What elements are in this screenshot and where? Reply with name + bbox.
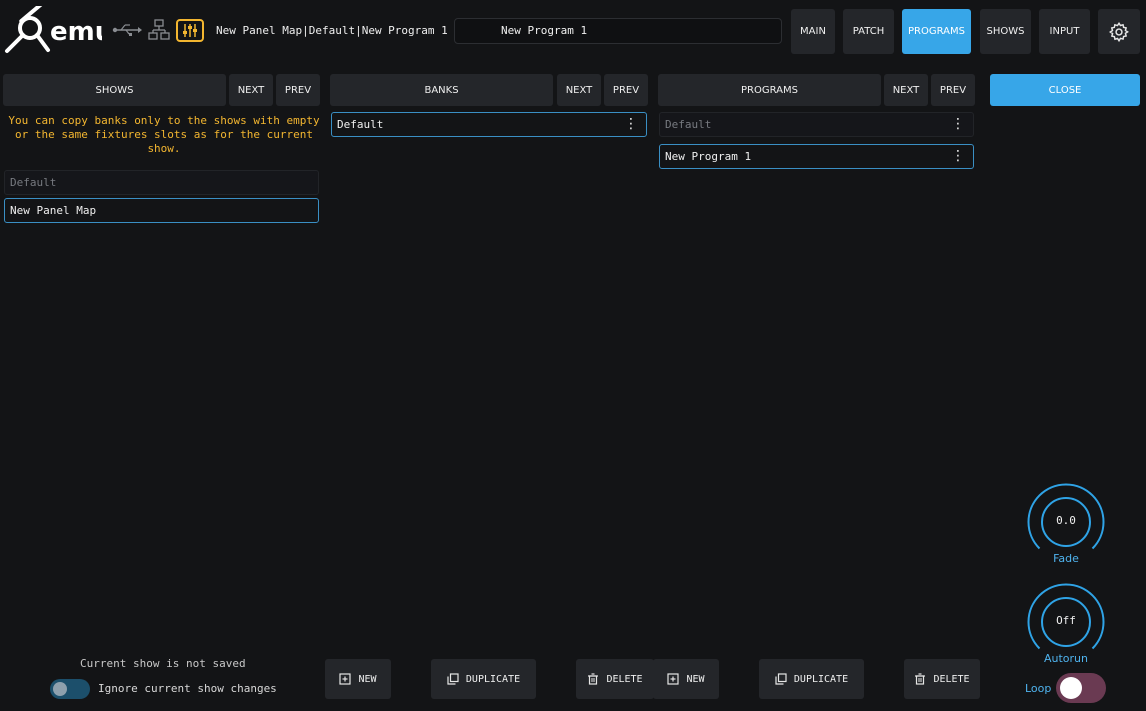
bank-new-button[interactable]: NEW	[325, 659, 391, 699]
button-label: DUPLICATE	[793, 673, 849, 685]
mixer-icon[interactable]	[176, 19, 204, 42]
bank-delete-button[interactable]: DELETE	[576, 659, 654, 699]
bank-duplicate-button[interactable]: DUPLICATE	[431, 659, 536, 699]
button-label: DELETE	[933, 673, 970, 685]
network-icon	[148, 19, 170, 44]
autorun-label: Autorun	[1043, 652, 1088, 665]
bank-item-default[interactable]: Default ⋮	[331, 112, 647, 137]
shows-prev-button[interactable]: PREV	[276, 74, 320, 106]
shows-header: SHOWS	[3, 74, 226, 106]
shows-next-button[interactable]: NEXT	[229, 74, 273, 106]
trash-icon	[588, 673, 599, 685]
autorun-value: Off	[1056, 614, 1076, 627]
program-delete-button[interactable]: DELETE	[904, 659, 980, 699]
tab-patch[interactable]: PATCH	[843, 9, 894, 54]
program-item-new-program-1[interactable]: New Program 1 ⋮	[659, 144, 974, 169]
programs-header: PROGRAMS	[658, 74, 881, 106]
ignore-changes-label: Ignore current show changes	[98, 682, 277, 695]
tab-input[interactable]: INPUT	[1039, 9, 1090, 54]
button-label: NEW	[358, 673, 377, 685]
program-name-field[interactable]: New Program 1	[454, 18, 782, 44]
banks-header: BANKS	[330, 74, 553, 106]
close-button[interactable]: CLOSE	[990, 74, 1140, 106]
loop-toggle[interactable]	[1056, 673, 1106, 703]
tab-programs[interactable]: PROGRAMS	[902, 9, 971, 54]
more-vertical-icon[interactable]: ⋮	[624, 116, 638, 132]
settings-button[interactable]	[1098, 9, 1140, 54]
program-item-label: New Program 1	[665, 150, 752, 163]
more-vertical-icon[interactable]: ⋮	[951, 116, 965, 132]
show-item-label: New Panel Map	[10, 204, 97, 217]
button-label: DUPLICATE	[465, 673, 521, 685]
ignore-changes-toggle[interactable]	[50, 679, 90, 699]
plus-square-icon	[667, 673, 680, 685]
usb-icon	[112, 22, 142, 41]
current-path: New Panel Map|Default|New Program 1	[216, 24, 448, 37]
fade-label: Fade	[1053, 552, 1079, 565]
toggle-knob	[1060, 677, 1082, 699]
fade-value: 0.0	[1056, 514, 1076, 527]
programs-prev-button[interactable]: PREV	[931, 74, 975, 106]
tab-main[interactable]: MAIN	[791, 9, 835, 54]
logo-text: emu	[50, 17, 102, 47]
banks-next-button[interactable]: NEXT	[557, 74, 601, 106]
plus-square-icon	[339, 673, 352, 685]
copy-icon	[775, 673, 787, 685]
banks-prev-button[interactable]: PREV	[604, 74, 648, 106]
tab-shows[interactable]: SHOWS	[980, 9, 1031, 54]
button-label: DELETE	[606, 673, 643, 685]
save-status: Current show is not saved	[80, 657, 246, 670]
show-item-label: Default	[10, 176, 57, 189]
program-item-label: Default	[665, 118, 712, 131]
program-duplicate-button[interactable]: DUPLICATE	[759, 659, 864, 699]
gear-icon	[1108, 21, 1129, 42]
toggle-knob	[53, 682, 67, 696]
button-label: NEW	[686, 673, 705, 685]
program-new-button[interactable]: NEW	[653, 659, 719, 699]
emu-logo: emu	[2, 0, 113, 56]
copy-warning: You can copy banks only to the shows wit…	[8, 114, 320, 155]
program-item-default[interactable]: Default ⋮	[659, 112, 974, 137]
more-vertical-icon[interactable]: ⋮	[951, 148, 965, 164]
copy-icon	[447, 673, 459, 685]
show-item-new-panel-map[interactable]: New Panel Map	[4, 198, 319, 223]
show-item-default[interactable]: Default	[4, 170, 319, 195]
bank-item-label: Default	[337, 118, 384, 131]
loop-label: Loop	[1025, 682, 1052, 695]
trash-icon	[915, 673, 926, 685]
programs-next-button[interactable]: NEXT	[884, 74, 928, 106]
